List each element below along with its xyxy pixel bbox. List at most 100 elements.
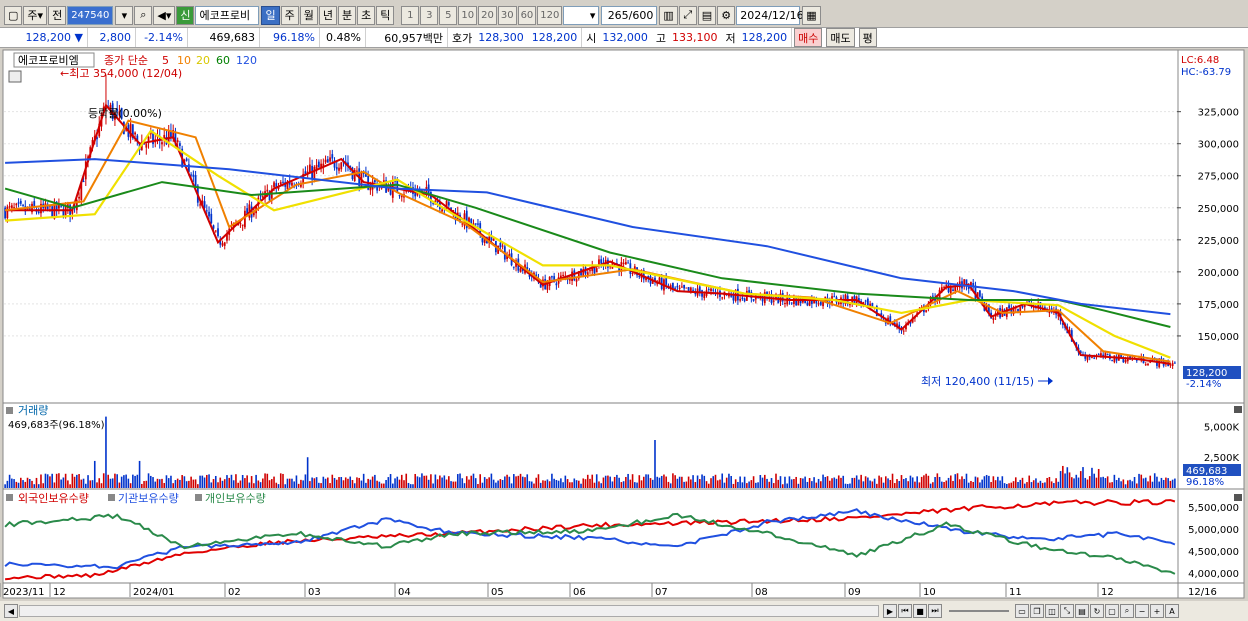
draw-tool-icon[interactable]: ⤢ xyxy=(678,5,697,25)
ma-10-label: 10 xyxy=(177,54,191,67)
volume-bar xyxy=(618,477,620,488)
market-select[interactable]: 전 xyxy=(48,5,67,25)
volume-bar xyxy=(779,476,782,488)
volume-bar xyxy=(672,473,674,488)
split-icon[interactable]: ◫ xyxy=(1045,604,1059,618)
volume-bar xyxy=(465,476,468,488)
holding-close-icon[interactable] xyxy=(1234,494,1242,501)
candle-body xyxy=(326,159,329,163)
candle-body xyxy=(546,283,549,290)
buy-button[interactable]: 매수 xyxy=(794,28,823,47)
period-year[interactable]: 년 xyxy=(318,5,337,25)
volume-bar xyxy=(501,479,504,488)
volume-bar xyxy=(849,483,851,488)
x-tick-label: 06 xyxy=(573,587,586,598)
volume-bar xyxy=(288,478,291,488)
stock-name-field[interactable]: 에코프로비 xyxy=(195,5,260,25)
count-field[interactable]: 265/600 xyxy=(601,5,658,25)
zoom-slider[interactable] xyxy=(949,610,1009,612)
scroll-left-icon[interactable]: ◀ xyxy=(4,604,18,618)
refresh-icon[interactable]: ↻ xyxy=(1090,604,1104,618)
layout-icon[interactable]: ▭ xyxy=(1015,604,1029,618)
window-icon-2[interactable]: ▢ xyxy=(1105,604,1119,618)
speaker-icon[interactable]: ◀▾ xyxy=(153,5,176,25)
volume-bar xyxy=(120,476,123,488)
x-tick-label: 03 xyxy=(308,587,321,598)
panel-menu-icon[interactable] xyxy=(8,70,22,83)
save-icon[interactable]: ▤ xyxy=(697,5,717,25)
type-select[interactable]: 주 ▾ xyxy=(23,5,48,25)
volume-panel-icon[interactable] xyxy=(6,407,13,414)
period-day[interactable]: 일 xyxy=(261,5,280,25)
interval-1[interactable]: 1 xyxy=(401,5,420,25)
volume-bar xyxy=(920,476,923,488)
candle-body xyxy=(687,287,690,292)
scroll-start-icon[interactable]: ⏮ xyxy=(898,604,912,618)
chart-settings-icon[interactable]: ▥ xyxy=(659,5,678,25)
scroll-right-icon[interactable]: ▶ xyxy=(883,604,897,618)
volume-bar xyxy=(739,476,741,488)
eval-button[interactable]: 평 xyxy=(858,28,877,47)
interval-10[interactable]: 10 xyxy=(458,5,478,25)
print-icon[interactable]: ▤ xyxy=(1075,604,1089,618)
date-field[interactable]: 2024/12/16 xyxy=(736,5,804,25)
sell-button[interactable]: 매도 xyxy=(826,28,855,47)
zoom-icon[interactable]: ⌕ xyxy=(1120,604,1134,618)
volume-bar xyxy=(918,482,921,488)
low-annotation: 최저 120,400 (11/15) xyxy=(921,375,1034,388)
calendar-icon[interactable]: ▦ xyxy=(802,5,821,25)
period-week[interactable]: 주 xyxy=(280,5,299,25)
ma-60-label: 60 xyxy=(216,54,230,67)
bottom-scrollbar[interactable]: ◀ ▶ ⏮ ■ ⏭ ▭ ❐ ◫ ⤡ ▤ ↻ ▢ ⌕ − + A xyxy=(0,601,1248,621)
volume-bar xyxy=(898,481,901,488)
scroll-track[interactable] xyxy=(19,605,879,617)
window-icon[interactable]: ▢ xyxy=(4,5,23,25)
volume-bar xyxy=(521,476,524,488)
volume-bar xyxy=(625,476,627,488)
scroll-end-icon[interactable]: ⏭ xyxy=(928,604,942,618)
volume-bar xyxy=(170,475,172,488)
search-icon[interactable]: ⌕ xyxy=(134,5,153,25)
candle-body xyxy=(817,303,820,305)
period-minute[interactable]: 분 xyxy=(337,5,357,25)
stock-code-input[interactable]: 247540 xyxy=(67,5,114,25)
dropdown-icon[interactable]: ▾ xyxy=(115,5,134,25)
volume-bar xyxy=(685,481,688,488)
gear-icon[interactable]: ⚙ xyxy=(717,5,736,25)
fit-icon[interactable]: ⤡ xyxy=(1060,604,1074,618)
volume-bar xyxy=(1059,471,1062,488)
period-month[interactable]: 월 xyxy=(299,5,318,25)
volume-bar xyxy=(302,480,304,488)
period-tick[interactable]: 틱 xyxy=(376,5,395,25)
volume-bar xyxy=(647,474,650,488)
period-second[interactable]: 초 xyxy=(357,5,376,25)
interval-60[interactable]: 60 xyxy=(517,5,537,25)
volume-bar xyxy=(333,477,336,488)
volume-bar xyxy=(741,482,744,488)
interval-3[interactable]: 3 xyxy=(420,5,439,25)
low-price: 128,200 xyxy=(738,28,793,47)
interval-120[interactable]: 120 xyxy=(537,5,563,25)
stop-icon[interactable]: ■ xyxy=(913,604,927,618)
new-stock-button[interactable]: 신 xyxy=(176,5,195,25)
zoom-in-icon[interactable]: + xyxy=(1150,604,1164,618)
interval-30[interactable]: 30 xyxy=(497,5,517,25)
volume-bar xyxy=(1046,477,1048,488)
interval-input[interactable]: ▾ xyxy=(563,5,600,25)
quote-bar: 128,200 ▼ 2,800 -2.14% 469,683 96.18% 0.… xyxy=(0,27,1248,48)
hc-label: HC:-63.79 xyxy=(1181,67,1231,78)
interval-20[interactable]: 20 xyxy=(478,5,497,25)
volume-bar xyxy=(1073,478,1075,488)
volume-close-icon[interactable] xyxy=(1234,406,1242,413)
copy-icon[interactable]: ❐ xyxy=(1030,604,1044,618)
font-size-icon[interactable]: A xyxy=(1165,604,1179,618)
volume-bar xyxy=(409,484,412,488)
volume-bar xyxy=(699,479,701,488)
interval-5[interactable]: 5 xyxy=(439,5,458,25)
volume-bar xyxy=(430,474,432,488)
ma-20-label: 20 xyxy=(196,54,210,67)
volume-bar xyxy=(44,473,47,488)
zoom-out-icon[interactable]: − xyxy=(1135,604,1149,618)
chart-area[interactable]: 325,000 300,000 275,000 250,000 225,000 200,0… xyxy=(0,48,1248,601)
holding-panel-icon[interactable] xyxy=(6,494,13,501)
